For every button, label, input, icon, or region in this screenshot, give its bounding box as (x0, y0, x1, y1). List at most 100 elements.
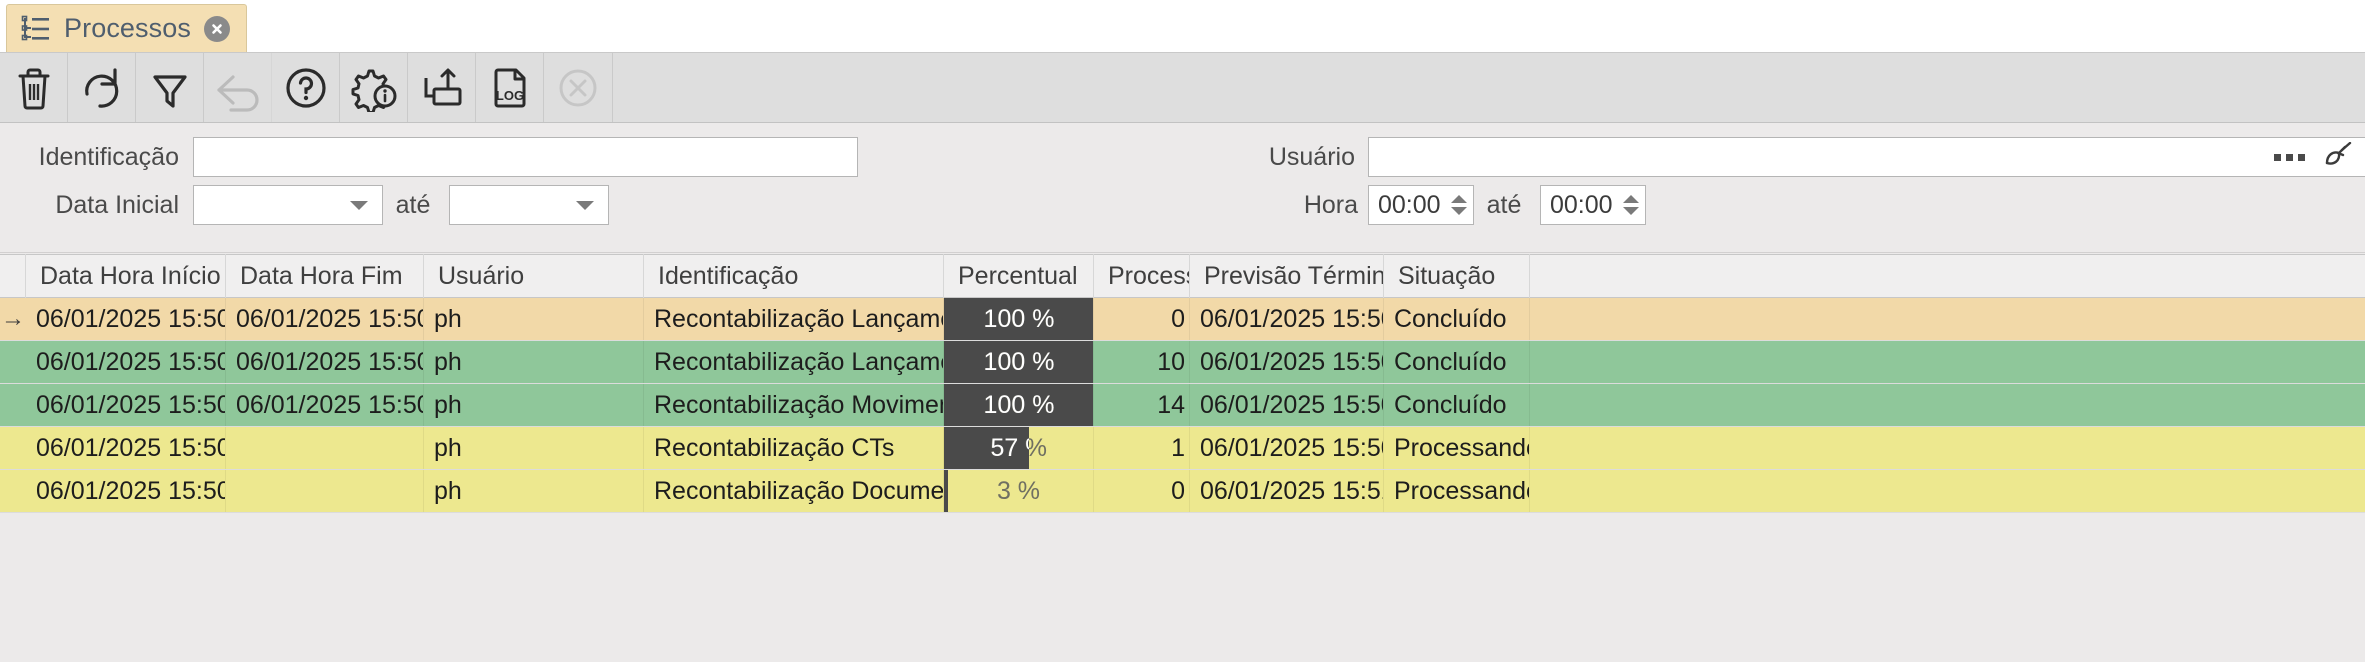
progress-label-clip: 100 % (983, 304, 1055, 333)
undo-button (204, 53, 272, 122)
table-row[interactable]: 06/01/2025 15:50:2206/01/2025 15:50:22ph… (0, 384, 2365, 427)
column-header-fim[interactable]: Data Hora Fim (226, 254, 424, 298)
usuario-label: Usuário (1268, 142, 1355, 171)
column-header-percentual[interactable]: Percentual (944, 254, 1094, 298)
cell-usuario: ph (424, 470, 644, 512)
column-header-inicio[interactable]: Data Hora Início (26, 254, 226, 298)
svg-text:LOG: LOG (495, 88, 523, 103)
progress-bar: 57 %57 % (944, 427, 1093, 469)
cell-inicio: 06/01/2025 15:50:22 (26, 470, 226, 512)
cell-percentual: 57 %57 % (944, 427, 1094, 469)
hora-inicial-value: 00:00 (1378, 190, 1441, 219)
data-inicial-field-group: Data Inicial até (24, 185, 609, 225)
cell-situacao: Processando (1384, 470, 1530, 512)
refresh-button[interactable] (68, 53, 136, 122)
cell-fim: 06/01/2025 15:50:22 (226, 298, 424, 340)
tab-processos[interactable]: Processos (6, 4, 247, 52)
usuario-input[interactable] (1368, 137, 2365, 177)
stepper-up-icon[interactable] (1451, 195, 1467, 203)
cell-identificacao: Recontabilização Lançamentos Tesouraria (644, 298, 944, 340)
cell-fim: 06/01/2025 15:50:22 (226, 341, 424, 383)
cell-usuario: ph (424, 298, 644, 340)
cell-situacao: Concluído (1384, 298, 1530, 340)
column-header-usuario[interactable]: Usuário (424, 254, 644, 298)
hierarchy-icon (418, 64, 466, 112)
cell-inicio: 06/01/2025 15:50:22 (26, 427, 226, 469)
column-header-identificacao[interactable]: Identificação (644, 254, 944, 298)
cell-situacao: Processando (1384, 427, 1530, 469)
data-inicial-label: Data Inicial (55, 190, 179, 219)
cancel-circle-icon (554, 64, 602, 112)
gear-info-icon (348, 64, 400, 112)
cell-situacao: Concluído (1384, 341, 1530, 383)
ate-label-1: até (395, 190, 431, 219)
row-indicator (0, 427, 26, 469)
log-button[interactable]: LOG (476, 53, 544, 122)
chevron-down-icon (350, 200, 368, 210)
tree-list-icon (21, 15, 51, 43)
hierarchy-button[interactable] (408, 53, 476, 122)
data-final-combo[interactable] (449, 185, 609, 225)
row-indicator (0, 384, 26, 426)
identificacao-input[interactable] (193, 137, 858, 177)
hora-field-group: Hora 00:00 até 00:00 (1278, 185, 1646, 225)
cancel-button (544, 53, 612, 122)
toolbar-spacer (612, 53, 2365, 122)
cell-inicio: 06/01/2025 15:50:22 (26, 384, 226, 426)
cell-identificacao: Recontabilização Movimentações Diretas (644, 384, 944, 426)
close-icon[interactable] (203, 15, 230, 42)
cell-fim: 06/01/2025 15:50:22 (226, 384, 424, 426)
stepper-up-icon[interactable] (1623, 195, 1639, 203)
cell-fim (226, 427, 424, 469)
ate-label-2: até (1486, 190, 1522, 219)
processos-grid: Data Hora Início Data Hora Fim Usuário Iden… (0, 254, 2365, 662)
cell-identificacao: Recontabilização CTs (644, 427, 944, 469)
cell-inicio: 06/01/2025 15:50:22 (26, 341, 226, 383)
tab-label: Processos (64, 13, 191, 43)
chevron-down-icon (576, 200, 594, 210)
progress-bar: 100 % 100 % (944, 384, 1093, 426)
ellipsis-button-icon[interactable] (2274, 153, 2305, 161)
brush-clear-icon[interactable] (2323, 141, 2353, 173)
cell-inicio: 06/01/2025 15:50:22 (26, 298, 226, 340)
data-inicial-combo[interactable] (193, 185, 383, 225)
delete-button[interactable] (0, 53, 68, 122)
cell-processados: 10 (1094, 341, 1190, 383)
stepper-arrows[interactable] (1451, 195, 1467, 215)
cell-previsao: 06/01/2025 15:51:29 (1190, 470, 1384, 512)
column-header-processados[interactable]: Processa (1094, 254, 1190, 298)
help-button[interactable] (272, 53, 340, 122)
filter-button[interactable] (136, 53, 204, 122)
funnel-icon (147, 64, 193, 112)
hora-inicial-stepper[interactable]: 00:00 (1368, 185, 1474, 225)
cell-processados: 0 (1094, 298, 1190, 340)
progress-bar: 100 % 100 % (944, 341, 1093, 383)
grid-body: →06/01/2025 15:50:2206/01/2025 15:50:22p… (0, 298, 2365, 513)
identificacao-field-group: Identificação (24, 137, 858, 177)
stepper-down-icon[interactable] (1451, 207, 1467, 215)
column-header-previsao[interactable]: Previsão Término (1190, 254, 1384, 298)
usuario-field-group: Usuário (1245, 137, 2365, 177)
cell-percentual: 100 % 100 % (944, 298, 1094, 340)
table-row[interactable]: →06/01/2025 15:50:2206/01/2025 15:50:22p… (0, 298, 2365, 341)
column-header-situacao[interactable]: Situação (1384, 254, 1530, 298)
cell-previsao: 06/01/2025 15:50:22 (1190, 384, 1384, 426)
stepper-down-icon[interactable] (1623, 207, 1639, 215)
cell-situacao: Concluído (1384, 384, 1530, 426)
progress-label-clip: 57 % (990, 433, 1029, 462)
table-row[interactable]: 06/01/2025 15:50:22 phRecontabilização Do… (0, 470, 2365, 513)
table-row[interactable]: 06/01/2025 15:50:22 phRecontabilização CT… (0, 427, 2365, 470)
cell-processados: 0 (1094, 470, 1190, 512)
settings-button[interactable] (340, 53, 408, 122)
cell-percentual: 100 % 100 % (944, 384, 1094, 426)
cell-usuario: ph (424, 384, 644, 426)
trash-icon (12, 64, 56, 112)
hora-final-stepper[interactable]: 00:00 (1540, 185, 1646, 225)
stepper-arrows[interactable] (1623, 195, 1639, 215)
filter-panel: Identificação Usuário Data Inicial até H… (0, 123, 2365, 253)
row-selected-indicator-icon: → (0, 298, 26, 340)
progress-label: 3 % (996, 476, 1041, 505)
cell-percentual: 3 % 3 % (944, 470, 1094, 512)
table-row[interactable]: 06/01/2025 15:50:2206/01/2025 15:50:22ph… (0, 341, 2365, 384)
toolbar: LOG (0, 53, 2365, 123)
